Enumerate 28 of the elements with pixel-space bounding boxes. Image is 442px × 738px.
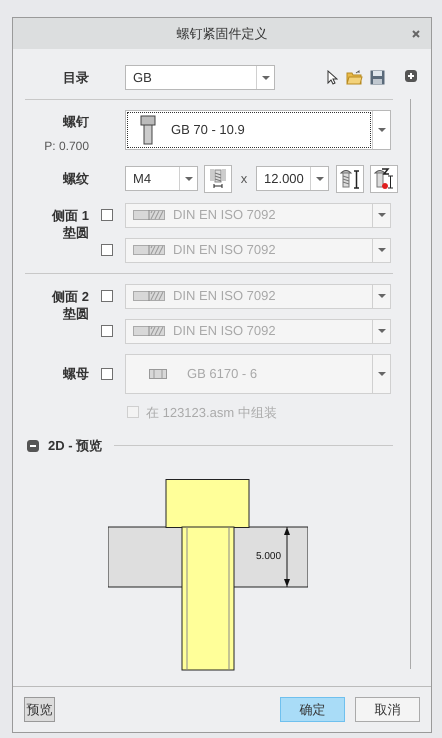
dropdown-value: DIN EN ISO 7092	[173, 287, 276, 306]
dropdown[interactable]: M4	[125, 166, 198, 191]
dropdown[interactable]: GB	[125, 65, 275, 90]
field-label: 侧面 1 垫圆	[50, 206, 89, 242]
dropdown-value: DIN EN ISO 7092	[173, 322, 276, 340]
cancel-button[interactable]: 取消	[355, 697, 420, 722]
dropdown-value: 12.000	[263, 170, 305, 188]
dropdown-value: GB 6170 - 6	[187, 364, 258, 383]
dropdown-value: GB 70 - 10.9	[171, 121, 245, 140]
dimension-value: 5.000	[256, 550, 282, 564]
field-label: 侧面 2 垫圆	[50, 288, 89, 322]
dropdown-value: DIN EN ISO 7092	[173, 241, 276, 260]
assemble-label: 在 123123.asm 中组装	[146, 404, 277, 422]
dropdown[interactable]: 12.000	[256, 166, 329, 191]
pitch-value: P: 0.700	[44, 138, 89, 154]
times-sign: x	[240, 170, 248, 188]
field-label: 螺钉	[63, 113, 89, 131]
window-title: 螺钉紧固件定义	[176, 24, 268, 43]
dropdown-value: M4	[132, 170, 152, 188]
dropdown[interactable]: GB 70 - 10.9	[125, 110, 391, 150]
dropdown-value: GB	[132, 68, 153, 87]
field-label: 螺母	[62, 364, 89, 383]
dropdown-value: DIN EN ISO 7092	[173, 206, 276, 224]
field-label: 螺纹	[62, 170, 89, 188]
preview-button[interactable]: 预览	[24, 697, 55, 722]
ok-button[interactable]: 确定	[280, 697, 345, 722]
section-title: 2D - 预览	[48, 437, 102, 455]
field-label: 目录	[62, 68, 89, 87]
